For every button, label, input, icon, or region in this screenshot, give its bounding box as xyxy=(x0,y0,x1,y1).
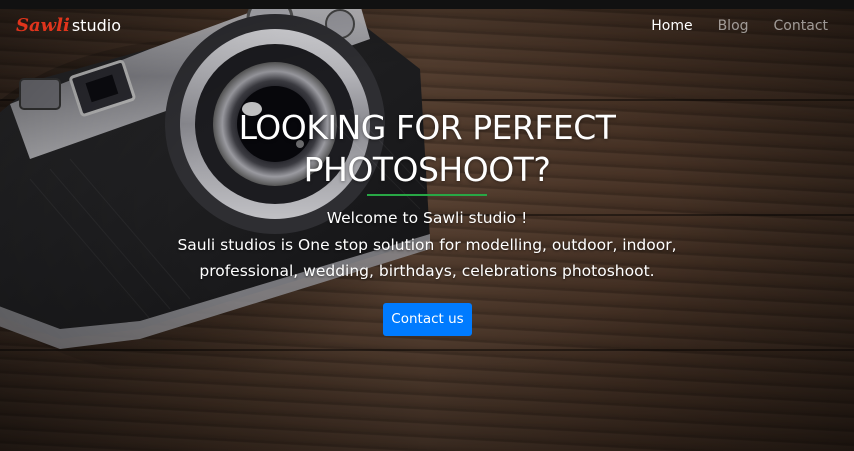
contact-us-button[interactable]: Contact us xyxy=(383,303,472,336)
headline-accent-underline xyxy=(367,194,487,196)
hero-headline-line-1: LOOKING FOR PERFECT xyxy=(238,108,616,147)
nav-link-home[interactable]: Home xyxy=(651,18,692,34)
hero-description-line-1: Sauli studios is One stop solution for m… xyxy=(177,235,677,254)
nav-link-contact[interactable]: Contact xyxy=(774,18,828,34)
hero-description: Welcome to Sawli studio ! Sauli studios … xyxy=(0,205,854,285)
brand-logo[interactable]: Sawli studio xyxy=(16,15,121,36)
nav-link-blog[interactable]: Blog xyxy=(718,18,749,34)
hero-headline-line-2: PHOTOSHOOT? xyxy=(303,150,551,189)
brand-logo-script: Sawli xyxy=(16,15,70,36)
hero-headline: LOOKING FOR PERFECT PHOTOSHOOT? xyxy=(0,107,854,191)
brand-logo-word: studio xyxy=(71,16,121,35)
main-nav: Home Blog Contact xyxy=(651,18,828,34)
top-strip xyxy=(0,0,854,9)
hero-welcome-text: Welcome to Sawli studio ! xyxy=(326,209,528,227)
hero-description-line-2: professional, wedding, birthdays, celebr… xyxy=(199,262,655,280)
